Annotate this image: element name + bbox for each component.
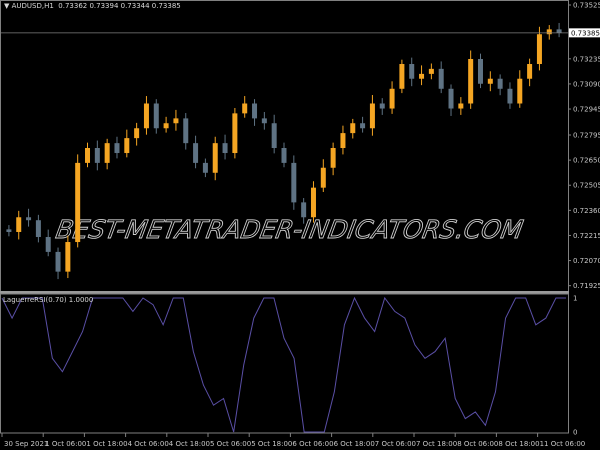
candle-body	[183, 118, 189, 144]
price-tick-label: 0.72650	[573, 157, 600, 165]
candle-body	[26, 217, 32, 221]
price-tick-label: 0.71925	[573, 282, 600, 290]
candle-body	[497, 78, 503, 89]
candle-body	[143, 103, 149, 129]
chart-canvas[interactable]: BEST-METATRADER-INDICATORS.COM 10 0.7352…	[0, 0, 600, 450]
candle-body	[517, 78, 523, 104]
candle-body	[281, 148, 287, 163]
candle-body	[556, 29, 562, 33]
time-tick-label: 6 Oct 18:00	[334, 440, 375, 448]
time-tick-label: 8 Oct 06:00	[457, 440, 498, 448]
candle-body	[134, 128, 140, 139]
candle-body	[477, 58, 483, 84]
time-tick-label: 5 Oct 18:00	[251, 440, 292, 448]
price-tick-label: 0.72360	[573, 207, 600, 215]
candle-body	[55, 251, 61, 272]
rsi-panel: 10	[1, 295, 577, 437]
candle-body	[340, 133, 346, 148]
candle-body	[65, 242, 71, 272]
candle-body	[252, 103, 258, 119]
price-tick-label: 0.72795	[573, 132, 600, 140]
candle-body	[527, 64, 533, 79]
time-tick-label: 5 Oct 06:00	[210, 440, 251, 448]
candle-body	[389, 88, 395, 109]
candle-body	[536, 34, 542, 65]
candle-body	[546, 29, 552, 35]
price-tick-label: 0.73090	[573, 80, 600, 88]
candle-body	[85, 148, 91, 163]
candle-body	[271, 123, 277, 148]
watermark-text: BEST-METATRADER-INDICATORS.COM	[54, 215, 526, 244]
candle-body	[104, 143, 110, 163]
candle-body	[114, 143, 120, 154]
candle-body	[360, 123, 366, 129]
candle-body	[330, 148, 336, 168]
candle-body	[448, 88, 454, 109]
candle-body	[16, 217, 22, 232]
time-tick-label: 7 Oct 18:00	[416, 440, 457, 448]
candle-body	[468, 58, 474, 104]
candle-body	[409, 64, 415, 79]
candle-body	[310, 187, 316, 218]
time-tick-label: 6 Oct 06:00	[292, 440, 333, 448]
price-tick-label: 0.72945	[573, 106, 600, 114]
candle-body	[153, 103, 159, 129]
price-tick-label: 0.72215	[573, 232, 600, 240]
candle-body	[242, 103, 248, 114]
indicator-window-border	[0, 293, 569, 434]
rsi-line	[1, 296, 566, 433]
candle-body	[173, 118, 179, 124]
candle-body	[507, 88, 513, 104]
candle-body	[222, 143, 228, 154]
indicator-label: LaguerreRSI(0.70) 1.0000	[3, 296, 94, 304]
rsi-tick-label: 0	[573, 429, 577, 437]
candle-body	[379, 103, 385, 109]
candle-body	[399, 64, 405, 89]
candle-body	[458, 103, 464, 109]
current-price-label: 0.73385	[571, 29, 600, 37]
candle-body	[428, 68, 434, 74]
time-tick-label: 1 Oct 06:00	[45, 440, 86, 448]
price-tick-label: 0.73525	[573, 2, 600, 10]
candle-body	[487, 78, 493, 84]
price-axis: 0.73525 0.73235 0.73090 0.72945 0.72795 0.726…	[568, 2, 600, 290]
price-tick-label: 0.72505	[573, 182, 600, 190]
candle-body	[94, 148, 100, 163]
time-tick-label: 8 Oct 18:00	[498, 440, 539, 448]
time-tick-label: 4 Oct 06:00	[128, 440, 169, 448]
symbol-header: ▼ AUDUSD,H1 0.73362 0.73394 0.73344 0.73…	[4, 2, 181, 10]
candle-body	[163, 123, 169, 129]
candle-body	[6, 229, 12, 232]
candle-body	[350, 123, 356, 134]
time-tick-label: 11 Oct 06:00	[540, 440, 586, 448]
time-axis: 30 Sep 20211 Oct 06:00 1 Oct 18:00 4 Oct 0…	[1, 433, 586, 448]
candle-body	[124, 138, 130, 154]
collapse-triangle-icon[interactable]: ▼	[4, 2, 9, 10]
candle-body	[212, 143, 218, 173]
candle-body	[261, 118, 267, 124]
candle-body	[301, 202, 307, 218]
candle-body	[369, 103, 375, 129]
candle-body	[320, 167, 326, 188]
time-tick-label: 1 Oct 18:00	[86, 440, 127, 448]
candle-body	[419, 73, 425, 79]
ohlc-values: 0.73362 0.73394 0.73344 0.73385	[58, 2, 181, 10]
candle-body	[193, 143, 199, 163]
time-tick-label: 7 Oct 06:00	[375, 440, 416, 448]
candle-body	[45, 237, 51, 252]
candle-body	[202, 162, 208, 173]
candle-body	[75, 162, 81, 243]
watermark: BEST-METATRADER-INDICATORS.COM	[53, 215, 526, 245]
time-tick-label: 30 Sep 2021	[4, 440, 48, 448]
rsi-tick-label: 1	[573, 295, 577, 303]
candle-body	[438, 68, 444, 89]
symbol-label: AUDUSD,H1	[11, 2, 54, 10]
candle-body	[291, 162, 297, 203]
price-tick-label: 0.72070	[573, 257, 600, 265]
candle-body	[35, 220, 41, 238]
price-tick-label: 0.73235	[573, 55, 600, 63]
candle-body	[232, 113, 238, 154]
time-tick-label: 4 Oct 18:00	[169, 440, 210, 448]
